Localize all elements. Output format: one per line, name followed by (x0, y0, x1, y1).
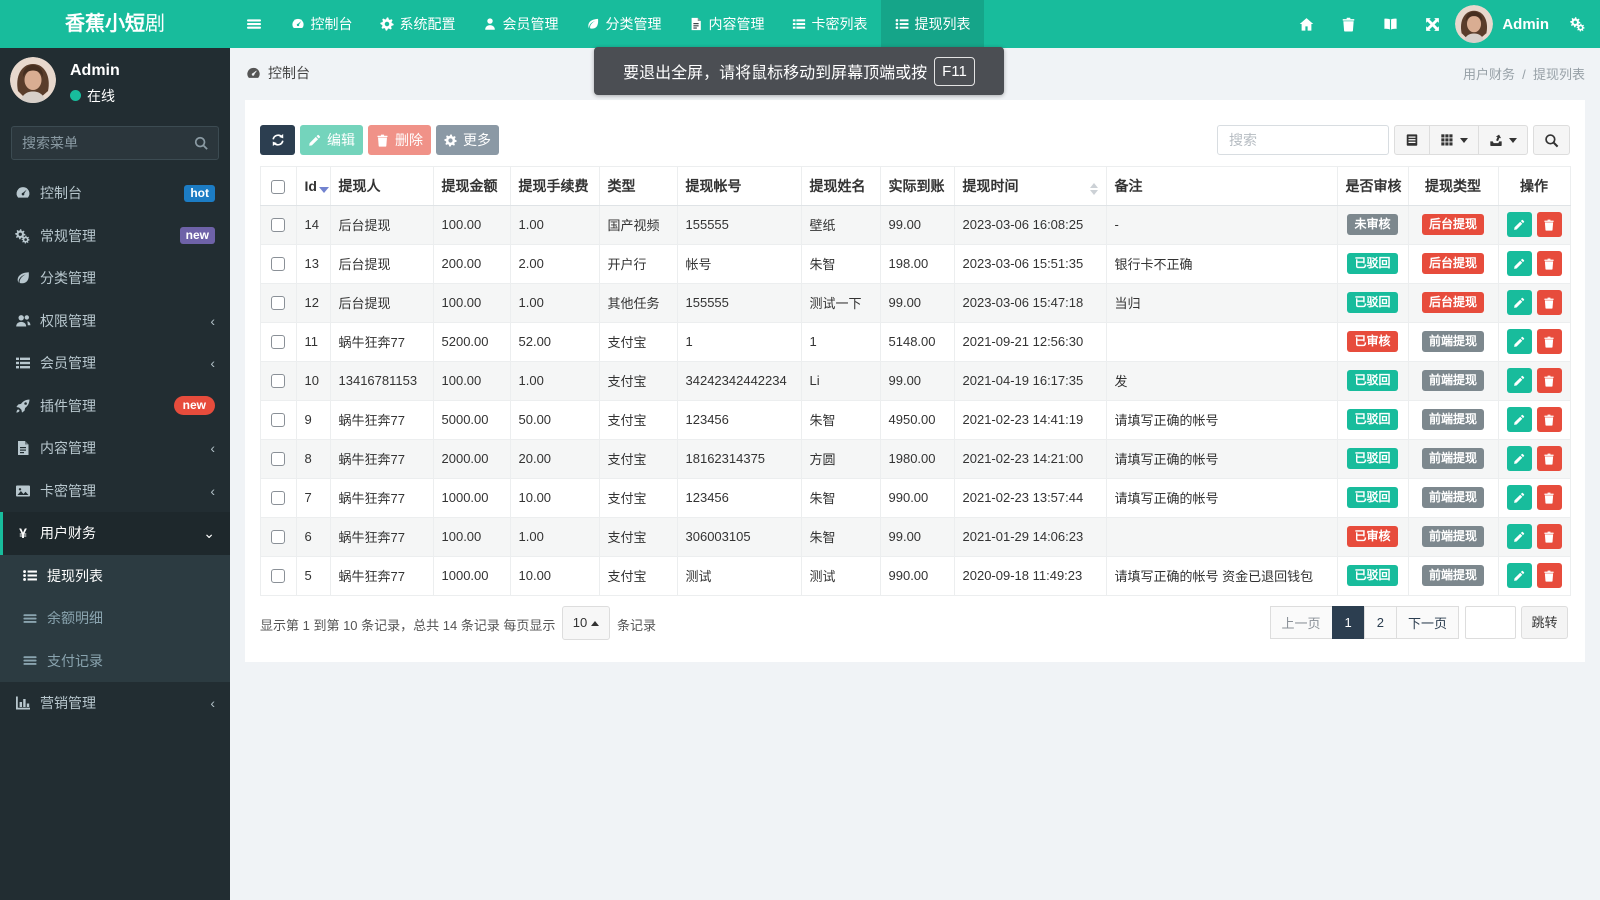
svg-text:¥: ¥ (19, 525, 27, 541)
